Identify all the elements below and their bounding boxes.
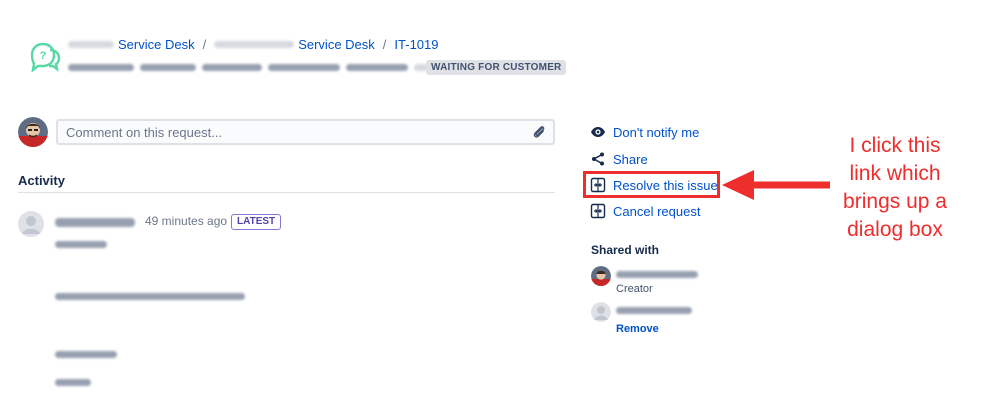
redacted-text bbox=[346, 63, 408, 71]
breadcrumb-service-desk-link[interactable]: Service Desk bbox=[298, 37, 375, 52]
redacted-text bbox=[55, 293, 245, 300]
redacted-text bbox=[55, 241, 107, 248]
request-title bbox=[68, 58, 428, 76]
share-icon bbox=[592, 152, 604, 166]
redacted-text bbox=[268, 63, 340, 71]
redacted-text bbox=[68, 41, 114, 48]
redacted-text bbox=[55, 351, 117, 358]
redacted-text bbox=[616, 271, 698, 278]
cancel-request-link[interactable]: Cancel request bbox=[613, 204, 700, 219]
redacted-text bbox=[214, 41, 295, 48]
redacted-text bbox=[616, 307, 692, 314]
comment-timestamp: 49 minutes ago bbox=[145, 214, 228, 228]
redacted-text bbox=[55, 379, 91, 386]
annotation-highlight-box bbox=[583, 171, 720, 198]
redacted-text bbox=[68, 63, 134, 71]
activity-heading: Activity bbox=[18, 173, 65, 188]
remove-participant-link[interactable]: Remove bbox=[616, 323, 659, 335]
avatar bbox=[18, 117, 48, 147]
annotation-text: I click this link which brings up a dial… bbox=[843, 134, 947, 241]
dont-notify-me-action[interactable]: Don't notify me bbox=[590, 123, 699, 141]
breadcrumb-issue-link[interactable]: IT-1019 bbox=[394, 37, 438, 52]
breadcrumb-separator: / bbox=[202, 37, 207, 52]
redacted-text bbox=[55, 218, 135, 228]
shared-with-heading: Shared with bbox=[591, 243, 660, 257]
latest-badge: LATEST bbox=[231, 214, 282, 230]
eye-icon bbox=[591, 127, 605, 137]
paperclip-icon[interactable] bbox=[531, 124, 547, 140]
avatar bbox=[18, 211, 44, 237]
share-action[interactable]: Share bbox=[590, 150, 648, 168]
breadcrumb-separator: / bbox=[382, 37, 387, 52]
svg-text:?: ? bbox=[40, 50, 47, 62]
comment-box[interactable] bbox=[56, 119, 555, 145]
share-link[interactable]: Share bbox=[613, 152, 648, 167]
dont-notify-me-link[interactable]: Don't notify me bbox=[613, 125, 699, 140]
redacted-text bbox=[202, 63, 262, 71]
cancel-request-action[interactable]: Cancel request bbox=[590, 202, 700, 220]
comment-input[interactable] bbox=[58, 121, 534, 143]
divider bbox=[18, 192, 555, 193]
comment-author bbox=[55, 214, 135, 229]
creator-label: Creator bbox=[616, 283, 653, 295]
annotation-arrow-icon bbox=[722, 170, 830, 200]
service-desk-logo-icon: ? bbox=[30, 42, 61, 72]
avatar bbox=[591, 266, 611, 286]
breadcrumb: Service Desk / Service Desk / IT-1019 bbox=[68, 37, 439, 52]
avatar bbox=[591, 302, 611, 322]
status-badge: WAITING FOR CUSTOMER bbox=[426, 60, 567, 75]
transition-icon bbox=[590, 203, 606, 219]
breadcrumb-project-link[interactable]: Service Desk bbox=[118, 37, 195, 52]
redacted-text bbox=[140, 63, 196, 71]
